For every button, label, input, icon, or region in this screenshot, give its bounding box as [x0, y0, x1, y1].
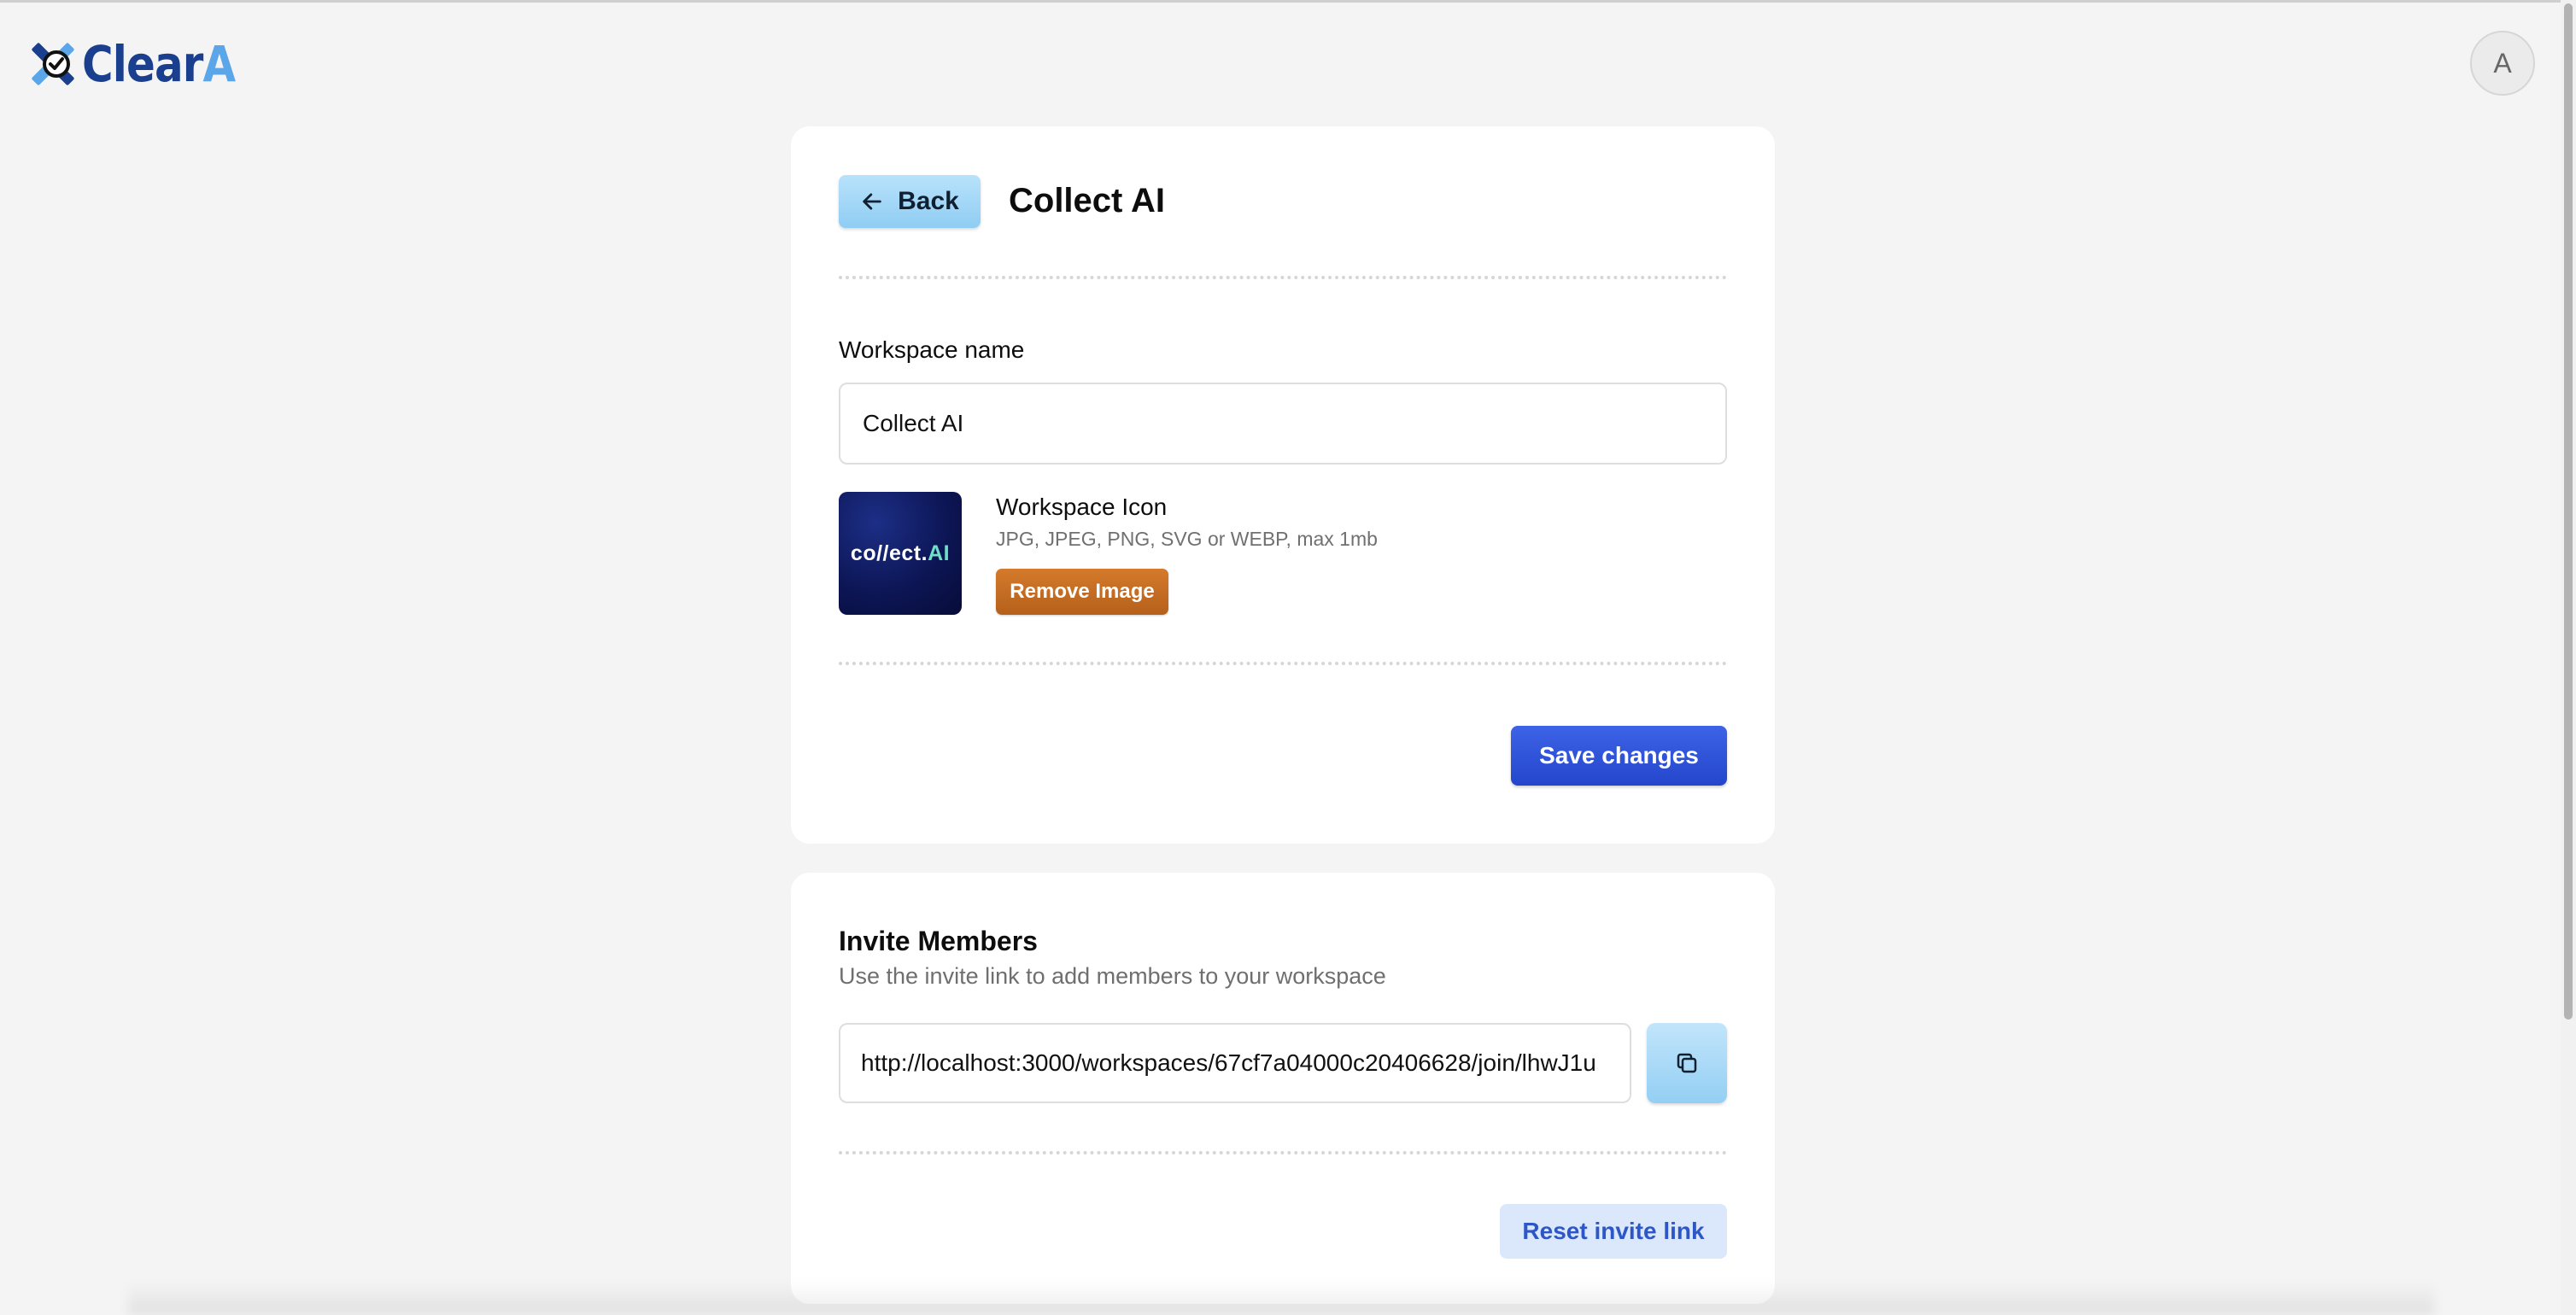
clear-logo-icon: [32, 43, 74, 85]
arrow-left-icon: [863, 193, 881, 210]
save-changes-button[interactable]: Save changes: [1511, 726, 1727, 786]
workspace-icon-text-main: co//ect.: [850, 541, 928, 565]
back-button-label: Back: [898, 187, 959, 215]
clear-logo[interactable]: ClearA: [26, 35, 260, 93]
divider: [839, 1151, 1727, 1154]
page-title: Collect AI: [1009, 182, 1165, 219]
divider: [839, 276, 1727, 279]
invite-members-card: Invite Members Use the invite link to ad…: [791, 873, 1775, 1304]
workspace-icon-title: Workspace Icon: [996, 494, 1168, 520]
workspace-icon-text-accent: AI: [928, 541, 951, 565]
copy-link-button[interactable]: [1647, 1023, 1727, 1103]
remove-image-button[interactable]: Remove Image: [996, 569, 1168, 615]
workspace-icon-image: co//ect.AI: [839, 492, 962, 615]
workspace-icon-image-text: co//ect.AI: [851, 541, 950, 566]
invite-members-subtitle: Use the invite link to add members to yo…: [839, 963, 1386, 989]
reset-invite-link-button[interactable]: Reset invite link: [1500, 1204, 1727, 1259]
divider: [839, 662, 1727, 665]
page-scrollbar-thumb[interactable]: [2564, 3, 2573, 1020]
copy-icon: [1677, 1053, 1697, 1073]
workspace-icon-hint: JPG, JPEG, PNG, SVG or WEBP, max 1mb: [996, 528, 1378, 550]
bottom-fade: [128, 1281, 2434, 1315]
user-avatar[interactable]: A: [2470, 31, 2535, 96]
invite-link-input[interactable]: [839, 1023, 1631, 1103]
brand-name-accent: A: [202, 35, 236, 93]
back-button[interactable]: Back: [839, 175, 981, 228]
workspace-name-label: Workspace name: [839, 336, 1025, 363]
brand-name-main: Clear: [82, 35, 203, 93]
workspace-name-input[interactable]: [839, 383, 1727, 465]
invite-members-title: Invite Members: [839, 926, 1038, 956]
window-top-border: [0, 0, 2576, 3]
workspace-settings-card: Back Collect AI Workspace name co//ect.A…: [791, 126, 1775, 844]
brand-name: ClearA: [82, 35, 236, 93]
